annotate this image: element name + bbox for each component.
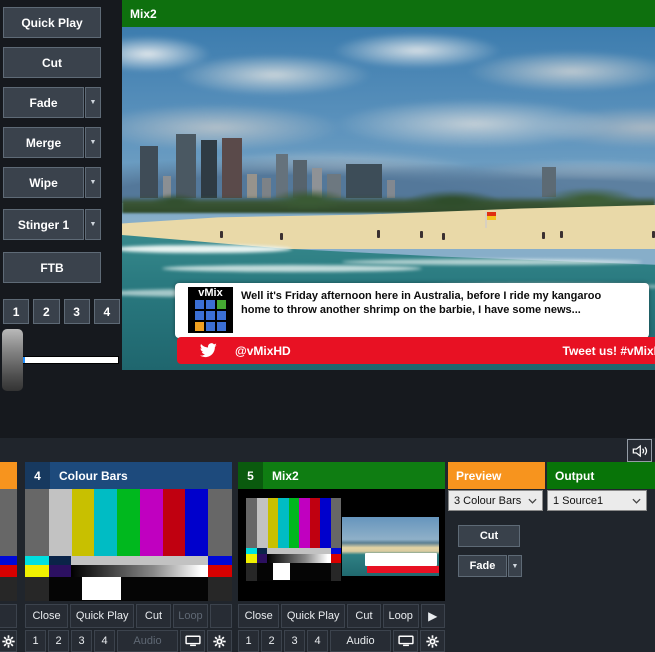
input-3-settings-button[interactable]	[0, 630, 17, 652]
mini-beach-preview	[342, 517, 439, 576]
input-5-overlay-3-button[interactable]: 3	[284, 630, 305, 652]
preview-source-value: 3 Colour Bars	[454, 495, 528, 507]
input-5-fullscreen-button[interactable]	[393, 630, 418, 652]
input-5-tile: 5 Mix2	[238, 462, 445, 652]
master-audio-button[interactable]	[627, 439, 652, 462]
input-5-overlay-1-button[interactable]: 1	[238, 630, 259, 652]
input-5-thumbnail[interactable]	[238, 489, 445, 601]
output-source-select[interactable]: 1 Source1	[547, 490, 647, 511]
tweet-message: Well it's Friday afternoon here in Austr…	[241, 289, 633, 317]
input-3-thumbnail[interactable]	[0, 489, 17, 601]
input-5-audio-button[interactable]: Audio	[330, 630, 391, 652]
vmix-logo: vMix	[188, 287, 233, 333]
vmix-logo-text: vMix	[188, 287, 233, 300]
input-5-quickplay-button[interactable]: Quick Play	[281, 604, 345, 628]
speaker-icon	[631, 444, 648, 458]
stinger-button[interactable]: Stinger 1	[3, 209, 84, 240]
social-overlay-box: vMix Well it's Friday afternoon here in …	[175, 283, 649, 338]
monitor-icon	[185, 635, 201, 647]
mixer-panel: Preview Output 3 Colour Bars 1 Source1 C…	[448, 462, 655, 577]
fade-dropdown-arrow-icon[interactable]: ▼	[85, 87, 101, 118]
output-source-value: 1 Source1	[553, 495, 632, 507]
overlay-2-button[interactable]: 2	[33, 299, 59, 324]
chevron-down-icon	[528, 498, 537, 504]
overlay-buttons: 1 2 3 4	[3, 299, 120, 324]
mix-monitor-titlebar: Mix2	[122, 0, 655, 27]
input-4-fullscreen-button[interactable]	[180, 630, 205, 652]
gear-icon	[426, 635, 439, 648]
tbar-handle[interactable]	[2, 329, 23, 391]
chevron-down-icon	[632, 498, 641, 504]
input-4-extra-button[interactable]	[210, 604, 232, 628]
mix-monitor-title: Mix2	[130, 7, 157, 21]
input-5-loop-button[interactable]: Loop	[383, 604, 419, 628]
merge-dropdown-arrow-icon[interactable]: ▼	[85, 127, 101, 158]
transition-tbar	[0, 329, 120, 409]
ftb-button[interactable]: FTB	[3, 252, 101, 283]
input-5-overlay-4-button[interactable]: 4	[307, 630, 328, 652]
input-5-settings-button[interactable]	[420, 630, 445, 652]
input-5-close-button[interactable]: Close	[238, 604, 279, 628]
wipe-button[interactable]: Wipe	[3, 167, 84, 198]
stinger-dropdown-arrow-icon[interactable]: ▼	[85, 209, 101, 240]
output-header: Output	[547, 462, 655, 489]
input-4-close-button[interactable]: Close	[25, 604, 68, 628]
input-3-titlebar[interactable]	[0, 462, 17, 489]
input-4-name: Colour Bars	[50, 469, 128, 483]
input-4-quickplay-button[interactable]: Quick Play	[70, 604, 134, 628]
mix-monitor: Mix2	[122, 0, 655, 370]
input-4-loop-button[interactable]: Loop	[173, 604, 209, 628]
overlay-3-button[interactable]: 3	[64, 299, 90, 324]
transition-sidebar: Quick Play Cut Fade ▼ Merge ▼ Wipe ▼ Sti…	[0, 0, 120, 438]
input-4-settings-button[interactable]	[207, 630, 232, 652]
preview-source-select[interactable]: 3 Colour Bars	[448, 490, 543, 511]
overlay-1-button[interactable]: 1	[3, 299, 29, 324]
input-3-edge[interactable]	[0, 462, 17, 652]
gear-icon	[2, 635, 15, 648]
input-5-overlay-2-button[interactable]: 2	[261, 630, 282, 652]
tweet-cta: Tweet us! #vMixHD	[563, 344, 655, 358]
inputs-section: 4 Colour Bars Close Quick Play	[0, 438, 655, 652]
input-4-titlebar[interactable]: 4 Colour Bars	[25, 462, 232, 489]
mixer-cut-button[interactable]: Cut	[458, 525, 520, 547]
tweet-handle: @vMixHD	[235, 344, 291, 358]
social-overlay-bar: @vMixHD Tweet us! #vMixHD	[177, 337, 655, 364]
smpte-bars	[25, 489, 232, 601]
cut-button[interactable]: Cut	[3, 47, 101, 78]
input-5-cut-button[interactable]: Cut	[347, 604, 381, 628]
vmix-app: Quick Play Cut Fade ▼ Merge ▼ Wipe ▼ Sti…	[0, 0, 655, 652]
gear-icon	[213, 635, 226, 648]
input-5-number: 5	[238, 462, 263, 489]
input-4-overlay-3-button[interactable]: 3	[71, 630, 92, 652]
input-4-overlay-4-button[interactable]: 4	[94, 630, 115, 652]
mix-monitor-video: vMix Well it's Friday afternoon here in …	[122, 27, 655, 370]
input-3-button-edge[interactable]	[0, 604, 17, 628]
input-4-tile: 4 Colour Bars Close Quick Play	[25, 462, 232, 652]
input-4-thumbnail[interactable]	[25, 489, 232, 601]
input-4-overlay-2-button[interactable]: 2	[48, 630, 69, 652]
wipe-dropdown-arrow-icon[interactable]: ▼	[85, 167, 101, 198]
preview-header: Preview	[448, 462, 545, 489]
input-5-play-button[interactable]: ▶	[421, 604, 445, 628]
play-icon: ▶	[428, 609, 437, 623]
quick-play-button[interactable]: Quick Play	[3, 7, 101, 38]
twitter-bird-icon	[198, 343, 218, 359]
mixer-fade-dropdown-arrow-icon[interactable]: ▼	[508, 555, 522, 577]
input-5-titlebar[interactable]: 5 Mix2	[238, 462, 445, 489]
input-4-cut-button[interactable]: Cut	[136, 604, 170, 628]
overlay-4-button[interactable]: 4	[94, 299, 120, 324]
input-4-number: 4	[25, 462, 50, 489]
mixer-fade-button[interactable]: Fade	[458, 555, 507, 577]
input-4-audio-button[interactable]: Audio	[117, 630, 178, 652]
mini-smpte-bars	[246, 498, 341, 581]
fade-button[interactable]: Fade	[3, 87, 84, 118]
monitor-icon	[398, 635, 414, 647]
input-5-name: Mix2	[263, 469, 299, 483]
input-4-overlay-1-button[interactable]: 1	[25, 630, 46, 652]
vmix-logo-grid	[188, 300, 233, 331]
merge-button[interactable]: Merge	[3, 127, 84, 158]
